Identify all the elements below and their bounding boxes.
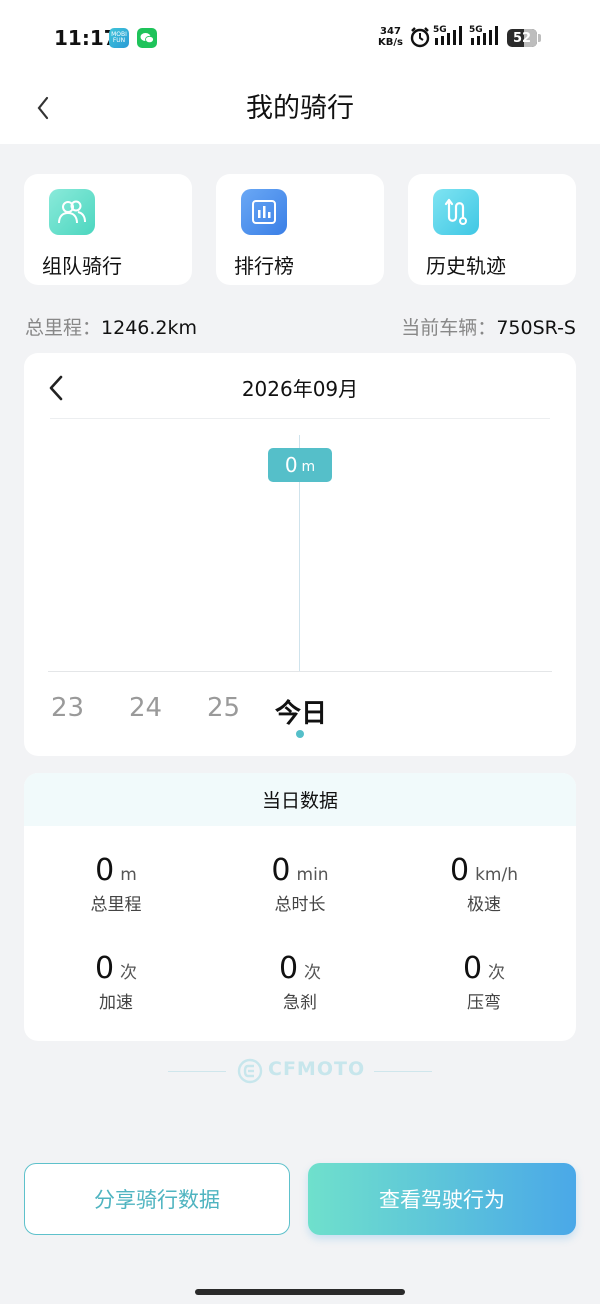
mobifun-app-icon: MOBI FUN [109,28,129,48]
stat-value: 0 [94,951,115,986]
day-label-23[interactable]: 23 [51,693,84,723]
selected-day-indicator [296,730,304,738]
view-driving-behavior-button[interactable]: 查看驾驶行为 [308,1163,576,1235]
stat-label: 总里程 [90,895,142,915]
leaderboard-label: 排行榜 [234,254,294,278]
status-bar: 11:17 MOBI FUN 347 KB/s 5G 5G 52 [0,0,600,72]
stat-label: 极速 [467,895,501,915]
network-speed-value: 347 [380,26,401,37]
day-label-25[interactable]: 25 [207,693,240,723]
day-label-24[interactable]: 24 [129,693,162,723]
total-mileage: 总里程：1246.2km [25,313,197,340]
month-title: 2026年09月 [241,377,359,401]
leaderboard-icon [241,189,287,235]
history-track-card[interactable]: 历史轨迹 [408,174,576,285]
total-mileage-value: 1246.2km [101,317,198,339]
signal-1-label: 5G [433,25,447,35]
leaderboard-card[interactable]: 排行榜 [216,174,384,285]
stat-unit: 次 [120,963,138,983]
history-track-label: 历史轨迹 [426,254,506,278]
day-data-card: 当日数据 0m 总里程 0 min 总时长 0 km/h 极速 0次 加速 0次 急… [24,773,576,1041]
signal-2-label: 5G [469,25,483,35]
signal-icon-2: 5G [469,24,503,52]
share-ride-data-button[interactable]: 分享骑行数据 [24,1163,290,1235]
stat-value: 0 [95,853,115,888]
network-speed-unit: KB/s [378,37,403,48]
stat-value: 0 [462,951,483,986]
stat-acceleration: 0次 加速 [24,951,208,1013]
network-speed: 347 KB/s [378,26,403,48]
day-data-title: 当日数据 [24,773,576,826]
stat-value: 0 [271,853,291,888]
stat-label: 总时长 [274,895,326,915]
stat-top-speed: 0 km/h 极速 [392,853,576,915]
logo-divider-right [374,1071,432,1072]
stat-value: 0 [278,951,299,986]
stat-hard-braking: 0次 急刹 [208,951,392,1013]
battery-icon: 52 [507,29,537,47]
stat-label: 压弯 [467,993,501,1013]
stat-cornering: 0次 压弯 [392,951,576,1013]
header: 我的骑行 [0,72,600,144]
chart-divider [50,418,550,419]
page-title: 我的骑行 [246,93,354,124]
stat-unit: km/h [475,865,518,885]
team-ride-icon [49,189,95,235]
current-vehicle-label: 当前车辆： [401,317,497,339]
mobifun-app-icon-label: MOBI FUN [111,31,127,44]
chart-tooltip-value: 0 [284,453,298,477]
current-vehicle-value: 750SR-S [496,317,576,339]
home-indicator[interactable] [195,1289,405,1295]
team-ride-card[interactable]: 组队骑行 [24,174,192,285]
stat-unit: min [296,865,329,885]
stat-total-duration: 0 min 总时长 [208,853,392,915]
wechat-icon [137,28,157,48]
battery-cap [538,34,541,42]
chart-baseline [48,671,552,672]
signal-icon-1: 5G [433,24,467,52]
stat-label: 加速 [99,993,133,1013]
stat-unit: 次 [488,963,506,983]
stat-unit: 次 [304,963,322,983]
alarm-icon [410,27,430,48]
stat-value: 0 [449,853,470,888]
day-label-today[interactable]: 今日 [275,693,327,730]
stat-label: 急刹 [283,993,317,1013]
chart-tooltip-unit: m [301,458,316,475]
battery-level: 52 [512,30,532,46]
total-mileage-label: 总里程： [25,317,102,339]
stat-unit: m [120,865,137,885]
team-ride-label: 组队骑行 [42,254,122,278]
chart-tooltip: 0m [268,448,332,482]
cfmoto-logo-text: CFMOTO [268,1058,366,1080]
logo-divider-left [168,1071,226,1072]
cfmoto-logo-icon [237,1058,263,1084]
stat-total-distance: 0m 总里程 [24,853,208,915]
history-track-icon [433,189,479,235]
current-vehicle[interactable]: 当前车辆：750SR-S [401,313,576,340]
ride-chart-card: 2026年09月 0m 23 24 25 今日 [24,353,576,756]
